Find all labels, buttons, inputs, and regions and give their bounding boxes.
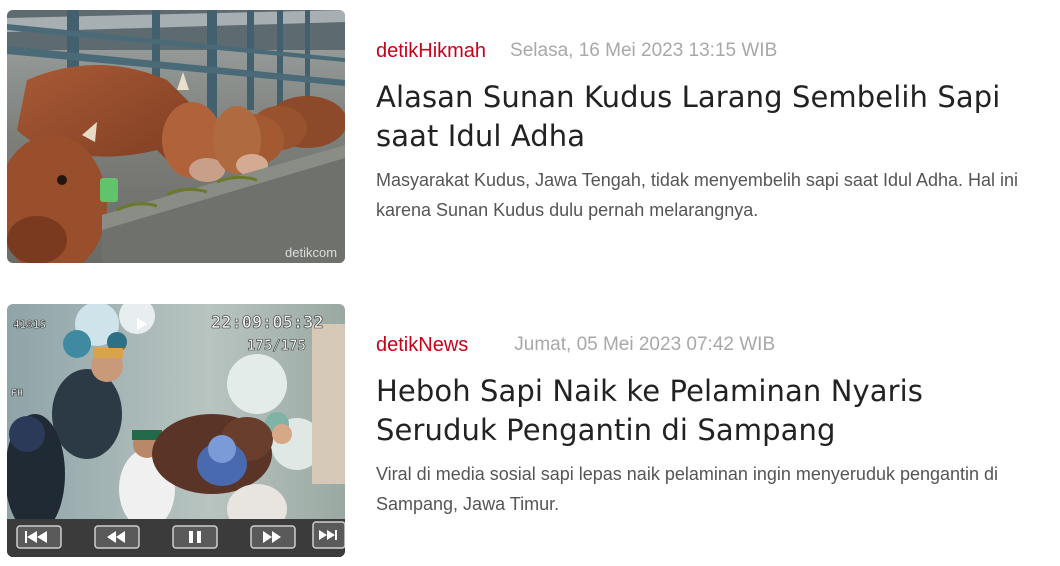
video-osd-frame-counter: 175/175 [247, 338, 306, 354]
video-osd-timestamp: 22:09:05:32 [211, 313, 324, 333]
article-title[interactable]: Alasan Sunan Kudus Larang Sembelih Sapi … [376, 78, 1016, 156]
publish-date: Jumat, 05 Mei 2023 07:42 WIB [514, 334, 776, 355]
article-meta: detikHikmah Selasa, 16 Mei 2023 13:15 WI… [376, 39, 777, 63]
article-summary: Masyarakat Kudus, Jawa Tengah, tidak men… [376, 170, 1019, 220]
pause-icon[interactable] [172, 525, 218, 549]
publish-date: Selasa, 16 Mei 2023 13:15 WIB [510, 40, 778, 61]
channel-link[interactable]: detikHikmah [376, 40, 486, 63]
article-thumbnail-wedding-video[interactable]: 4181S FH 22:09:05:32 175/175 [7, 304, 345, 557]
article-thumbnail-cows-in-stall[interactable]: detikcom [7, 10, 345, 263]
article-card: detikcom detikHikmah Selasa, 16 Mei 2023… [0, 4, 1060, 266]
article-summary: Viral di media sosial sapi lepas naik pe… [376, 464, 999, 514]
image-watermark: detikcom [285, 245, 337, 260]
wedding-video-still: 4181S FH 22:09:05:32 175/175 [7, 304, 345, 557]
cow-stall-photo: detikcom [7, 10, 345, 263]
article-meta: detikNews Jumat, 05 Mei 2023 07:42 WIB [376, 333, 775, 357]
video-osd-side-label: FH [11, 388, 23, 399]
channel-link[interactable]: detikNews [376, 334, 468, 357]
article-list: detikcom detikHikmah Selasa, 16 Mei 2023… [0, 0, 1060, 566]
article-title[interactable]: Heboh Sapi Naik ke Pelaminan Nyaris Seru… [376, 372, 1016, 450]
video-osd-corner-label: 4181S [13, 318, 46, 331]
article-card: 4181S FH 22:09:05:32 175/175 detikNews J… [0, 298, 1060, 560]
